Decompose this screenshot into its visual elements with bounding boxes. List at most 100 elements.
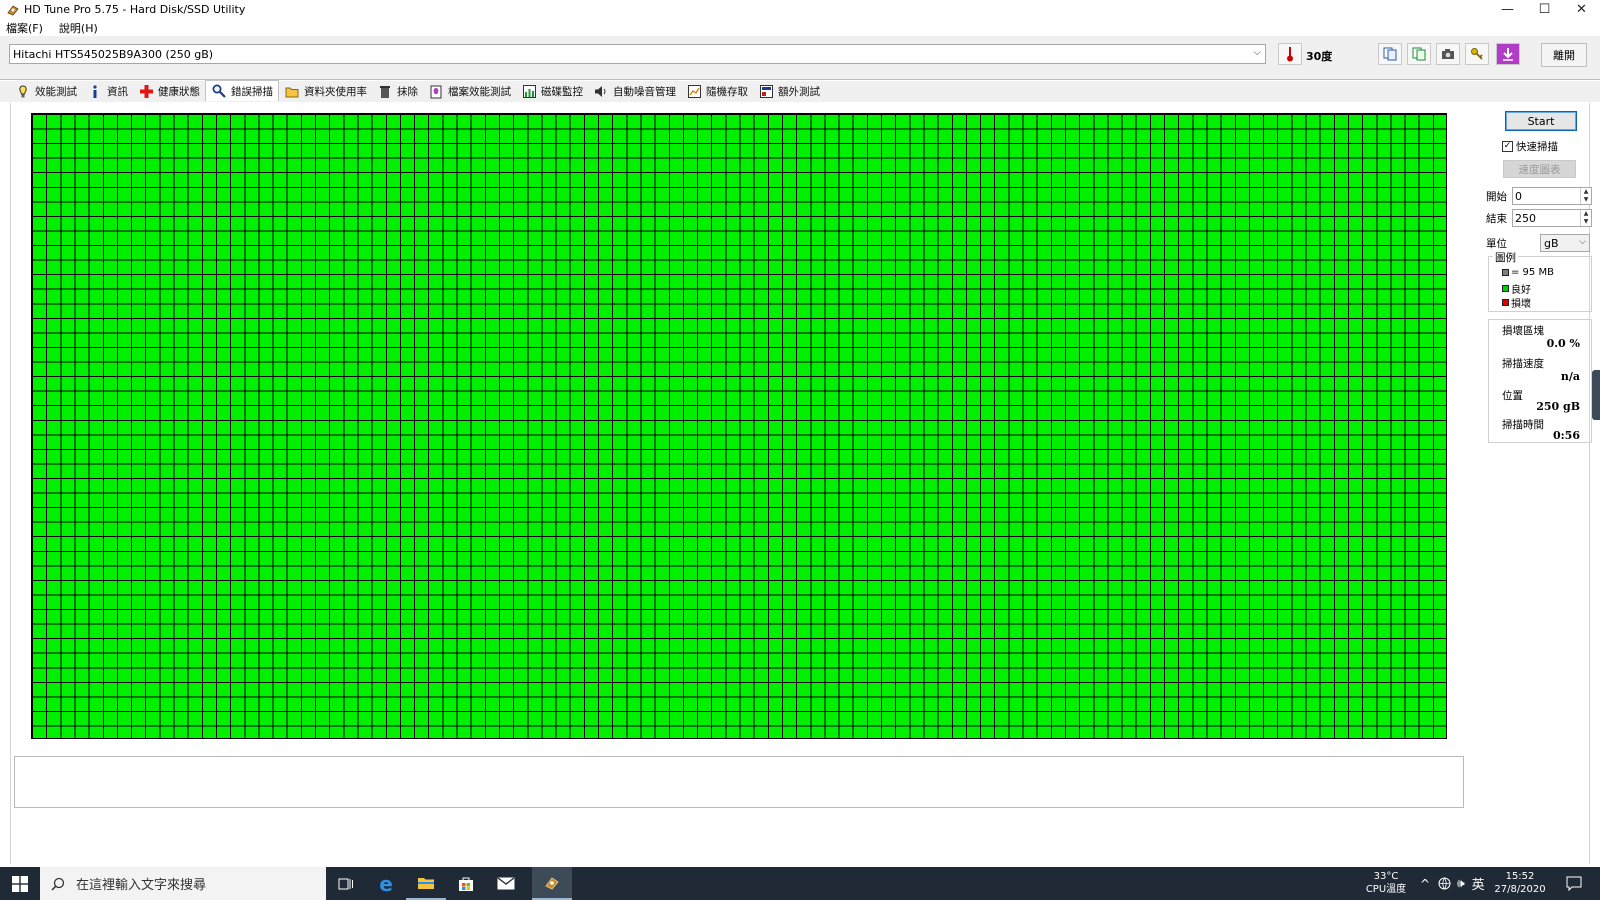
damaged-blocks-value: 0.0 % bbox=[1546, 337, 1580, 350]
exit-button[interactable]: 離開 bbox=[1541, 43, 1587, 67]
tab-erase[interactable]: 抹除 bbox=[372, 82, 423, 102]
mail-icon bbox=[497, 877, 515, 890]
tab-label: 額外測試 bbox=[778, 86, 820, 98]
error-scan-panel: Start ✓ 快速掃描 速度圖表 開始 0 ▲ ▼ 結束 250 ▲ ▼ 單位… bbox=[10, 103, 1592, 864]
drive-select[interactable]: Hitachi HTS545025B9A300 (250 gB) ⌵ bbox=[9, 44, 1266, 64]
tab-file-benchmark[interactable]: 檔案效能測試 bbox=[423, 82, 516, 102]
notification-icon bbox=[1566, 876, 1582, 891]
tab-extra-tests[interactable]: 額外測試 bbox=[753, 82, 825, 102]
store-button[interactable] bbox=[446, 867, 486, 900]
options-button[interactable] bbox=[1465, 43, 1489, 65]
info-icon bbox=[88, 84, 102, 99]
windows-start-button[interactable] bbox=[0, 867, 40, 900]
tab-info[interactable]: 資訊 bbox=[82, 82, 133, 102]
unit-value: gB bbox=[1544, 236, 1559, 250]
green-swatch-icon bbox=[1502, 285, 1509, 292]
side-scroll-handle[interactable] bbox=[1592, 370, 1600, 420]
minimize-button[interactable]: — bbox=[1489, 0, 1526, 19]
menu-bar: 檔案(F) 說明(H) bbox=[0, 19, 1600, 36]
drive-temperature: 30度 bbox=[1306, 50, 1333, 63]
tab-disk-monitor[interactable]: 磁碟監控 bbox=[516, 82, 588, 102]
error-scan-icon bbox=[212, 84, 226, 98]
red-swatch-icon bbox=[1502, 299, 1509, 306]
task-view-button[interactable] bbox=[326, 867, 366, 900]
mail-button[interactable] bbox=[486, 867, 526, 900]
copy-all-icon bbox=[1412, 47, 1426, 61]
action-center-button[interactable] bbox=[1556, 867, 1592, 900]
window-controls: — ☐ ✕ bbox=[1489, 0, 1600, 19]
cpu-temperature-widget[interactable]: 33°C CPU溫度 bbox=[1361, 870, 1411, 896]
search-placeholder: 在這裡輸入文字來搜尋 bbox=[76, 878, 207, 893]
windows-logo-icon bbox=[12, 875, 28, 892]
spin-arrows-icon[interactable]: ▲ ▼ bbox=[1580, 210, 1591, 226]
copy-all-button[interactable] bbox=[1407, 43, 1431, 65]
clock-time: 15:52 bbox=[1505, 871, 1535, 882]
tab-label: 檔案效能測試 bbox=[448, 86, 511, 98]
copy-icon bbox=[1383, 47, 1397, 61]
file-explorer-button[interactable] bbox=[406, 867, 446, 900]
spin-arrows-icon[interactable]: ▲ ▼ bbox=[1580, 188, 1591, 204]
hdtune-taskbar-button[interactable] bbox=[532, 867, 572, 900]
chevron-down-icon: ⌵ bbox=[1253, 47, 1261, 58]
screenshot-button[interactable] bbox=[1436, 43, 1460, 65]
maximize-button[interactable]: ☐ bbox=[1526, 0, 1563, 19]
drive-select-value: Hitachi HTS545025B9A300 (250 gB) bbox=[13, 47, 214, 61]
clock-date: 27/8/2020 bbox=[1494, 884, 1546, 895]
aam-icon bbox=[594, 85, 608, 99]
tab-label: 資訊 bbox=[107, 86, 128, 98]
health-icon bbox=[139, 85, 153, 99]
quick-scan-checkbox[interactable]: ✓ bbox=[1502, 141, 1513, 152]
taskbar-search[interactable]: 在這裡輸入文字來搜尋 bbox=[40, 867, 326, 900]
menu-file[interactable]: 檔案(F) bbox=[6, 20, 43, 36]
edge-browser-button[interactable]: e bbox=[366, 867, 406, 900]
menu-help[interactable]: 說明(H) bbox=[59, 20, 98, 36]
tab-label: 自動噪音管理 bbox=[613, 86, 676, 98]
volume-icon[interactable]: 🕪 bbox=[1457, 876, 1465, 891]
store-icon bbox=[459, 877, 473, 891]
tab-folder-usage[interactable]: 資料夾使用率 bbox=[279, 82, 372, 102]
chevron-down-icon: ⌵ bbox=[1579, 237, 1586, 247]
damaged-blocks-label: 損壞區塊 bbox=[1502, 325, 1544, 337]
save-button[interactable] bbox=[1496, 43, 1520, 65]
tab-label: 抹除 bbox=[397, 86, 418, 98]
gray-swatch-icon bbox=[1502, 269, 1509, 276]
random-access-icon bbox=[687, 85, 701, 99]
tab-label: 健康狀態 bbox=[158, 86, 200, 98]
legend-box: 圖例 = 95 MB 良好 損壞 bbox=[1488, 250, 1592, 312]
speed-map-button[interactable]: 速度圖表 bbox=[1503, 160, 1576, 178]
start-spinbox[interactable]: 0 ▲ ▼ bbox=[1512, 187, 1592, 205]
tab-random-access[interactable]: 隨機存取 bbox=[681, 82, 753, 102]
clock[interactable]: 15:52 27/8/2020 bbox=[1490, 870, 1550, 896]
tab-error-scan[interactable]: 錯誤掃描 bbox=[205, 80, 279, 101]
unit-select[interactable]: gB ⌵ bbox=[1540, 234, 1590, 252]
extra-tests-icon bbox=[759, 85, 773, 99]
title-bar: HD Tune Pro 5.75 - Hard Disk/SSD Utility… bbox=[0, 0, 1600, 19]
scan-speed-value: n/a bbox=[1560, 370, 1580, 383]
network-icon[interactable] bbox=[1438, 877, 1451, 890]
start-button[interactable]: Start bbox=[1505, 111, 1577, 131]
copy-text-button[interactable] bbox=[1378, 43, 1402, 65]
unit-label: 單位 bbox=[1486, 237, 1507, 250]
scan-stats: 損壞區塊 0.0 % 掃描速度 n/a 位置 250 gB 掃描時間 0:56 bbox=[1488, 319, 1592, 443]
tab-aam[interactable]: 自動噪音管理 bbox=[588, 82, 681, 102]
scan-time-label: 掃描時間 bbox=[1502, 419, 1544, 431]
file-explorer-icon bbox=[418, 877, 434, 889]
tab-benchmark[interactable]: 效能測試 bbox=[10, 82, 82, 102]
legend-block-size: = 95 MB bbox=[1502, 267, 1554, 278]
end-spinbox[interactable]: 250 ▲ ▼ bbox=[1512, 209, 1592, 227]
system-tray: ^ 🕪 英 bbox=[1420, 867, 1485, 900]
disk-monitor-icon bbox=[522, 85, 536, 99]
start-field-label: 開始 bbox=[1486, 190, 1507, 203]
scan-speed-label: 掃描速度 bbox=[1502, 358, 1544, 370]
legend-good: 良好 bbox=[1502, 281, 1531, 296]
toolbar: Hitachi HTS545025B9A300 (250 gB) ⌵ 30度 離… bbox=[0, 36, 1600, 80]
legend-title: 圖例 bbox=[1493, 250, 1518, 265]
chevron-up-icon[interactable]: ^ bbox=[1420, 877, 1430, 891]
quick-scan-option[interactable]: ✓ 快速掃描 bbox=[1502, 139, 1558, 154]
benchmark-icon bbox=[16, 84, 30, 99]
close-button[interactable]: ✕ bbox=[1563, 0, 1600, 19]
hdtune-window: HD Tune Pro 5.75 - Hard Disk/SSD Utility… bbox=[0, 0, 1600, 900]
ime-indicator[interactable]: 英 bbox=[1472, 874, 1485, 893]
tab-health[interactable]: 健康狀態 bbox=[133, 82, 205, 102]
search-icon bbox=[40, 877, 76, 891]
